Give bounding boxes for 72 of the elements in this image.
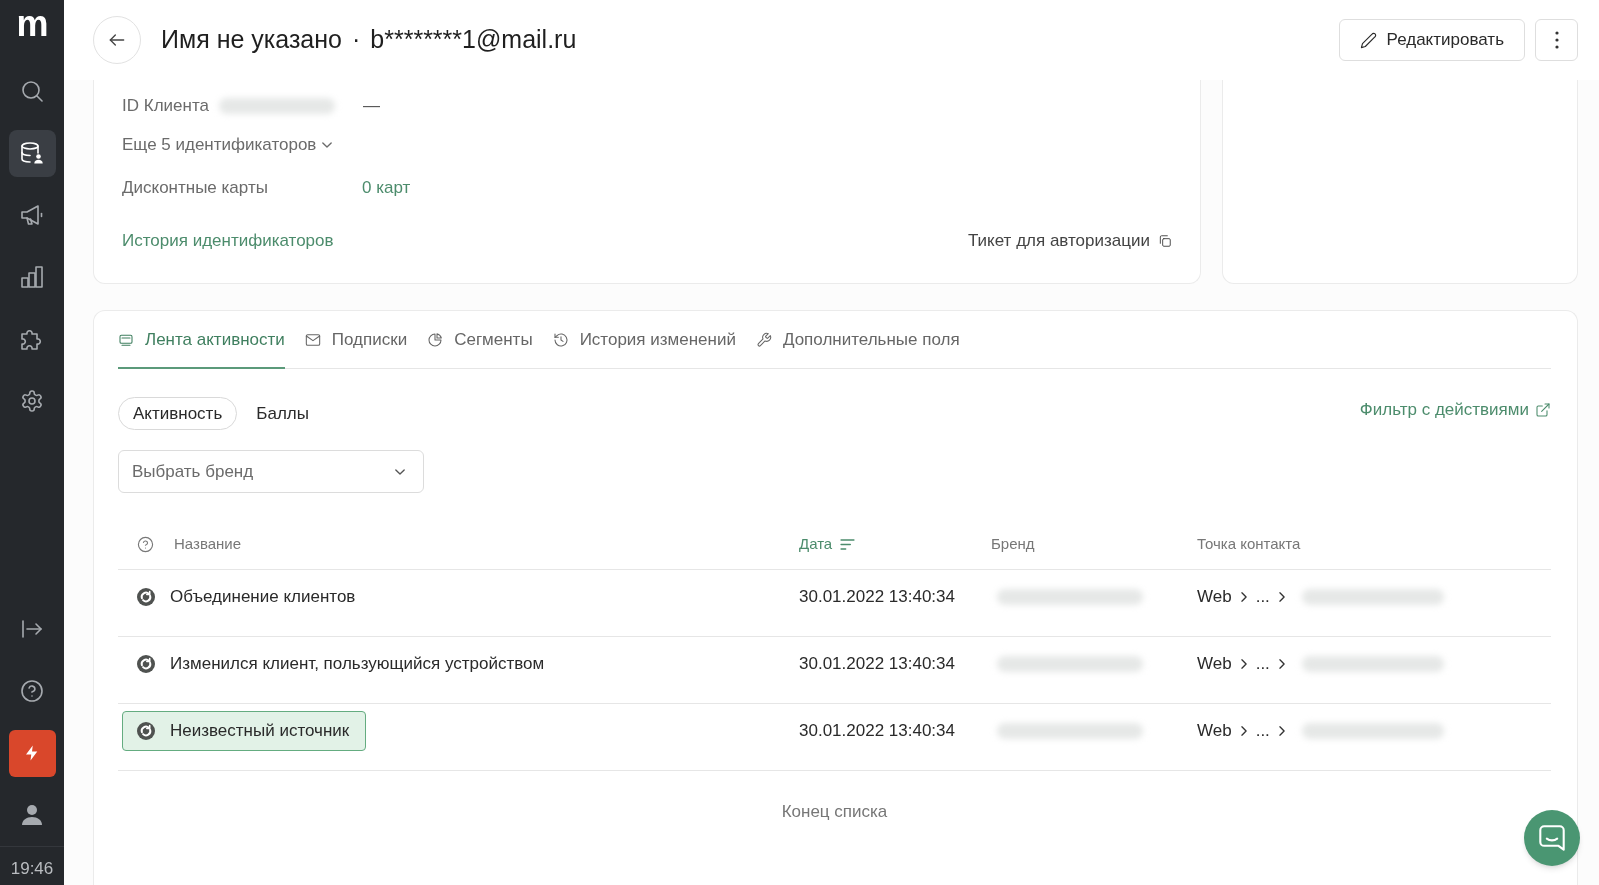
contact-path-part: Web (1197, 720, 1232, 743)
tab[interactable]: История изменений (552, 311, 736, 369)
field-value: — (362, 95, 380, 118)
field-label: Дисконтные карты (122, 177, 269, 200)
activity-date: 30.01.2022 13:40:34 (799, 586, 955, 609)
view-toggle[interactable]: Активность (118, 397, 238, 430)
clock-time: 19:46 (10, 858, 54, 881)
contact-path-part: ... (1255, 720, 1270, 743)
tab[interactable]: Лента активности (118, 311, 285, 369)
megaphone-icon (20, 203, 44, 227)
copy-icon (1158, 234, 1172, 248)
puzzle-icon (20, 327, 44, 351)
separator: · (352, 24, 361, 56)
logo[interactable]: m (16, 8, 48, 40)
column-header[interactable]: Название (174, 532, 242, 556)
chevron-right-icon (1240, 659, 1247, 669)
edit-button[interactable]: Редактировать (1338, 19, 1525, 61)
envelope-icon (304, 332, 321, 348)
bar-chart-icon (20, 265, 44, 289)
wrench-icon (755, 332, 772, 348)
user-icon (20, 803, 44, 827)
chevron-right-icon (1278, 592, 1285, 602)
chat-icon (1539, 825, 1565, 851)
filter-link[interactable]: Фильтр с действиями (1359, 396, 1551, 423)
chevron-right-icon (1240, 592, 1247, 602)
chevron-down-icon (322, 142, 333, 148)
search-icon (20, 79, 44, 103)
contact-path-part: Web (1197, 653, 1232, 676)
database-user-icon (20, 141, 44, 165)
discount-cards-link[interactable]: 0 карт (362, 175, 411, 201)
activity-date: 30.01.2022 13:40:34 (799, 720, 955, 743)
chevron-right-icon (1240, 726, 1247, 736)
column-header[interactable]: Точка контакта (1197, 532, 1301, 556)
column-header[interactable]: Бренд (991, 532, 1035, 556)
auth-ticket-button[interactable]: Тикет для авторизации (967, 228, 1172, 254)
brand-select[interactable]: Выбрать бренд (118, 450, 424, 493)
nav-item[interactable] (8, 129, 56, 177)
identifier-history-link[interactable]: История идентификаторов (122, 228, 334, 254)
pie-chart-icon (427, 332, 444, 348)
contact-path-part: ... (1255, 586, 1270, 609)
email-text: b********1@mail.ru (370, 24, 577, 56)
monitor-icon (118, 332, 134, 348)
chevron-right-icon (1278, 726, 1285, 736)
sort-icon (840, 538, 856, 550)
activity-item[interactable]: Неизвестный источник (122, 711, 367, 751)
chevron-down-icon (395, 469, 405, 475)
contact-path-part: Web (1197, 586, 1232, 609)
field-label: ID Клиента (122, 95, 209, 118)
tab[interactable]: Сегменты (427, 311, 533, 369)
tab[interactable]: Дополнительные поля (755, 311, 960, 369)
help-icon (20, 679, 44, 703)
pencil-icon (1359, 31, 1377, 49)
more-identifiers-button[interactable]: Еще 5 идентификаторов (122, 132, 333, 158)
activity-item[interactable]: Изменился клиент, пользующийся устройством (122, 644, 562, 684)
contact-path-part: ... (1255, 653, 1270, 676)
page-title: Имя не указано (161, 24, 342, 56)
help-icon (137, 535, 154, 553)
more-vertical-icon (1554, 31, 1559, 49)
end-of-list-text: Конец списка (781, 801, 888, 824)
tab[interactable]: Подписки (304, 311, 408, 369)
settings-icon (20, 389, 44, 413)
refresh-icon (137, 655, 155, 673)
lightning-button[interactable] (8, 729, 56, 777)
chevron-right-icon (1278, 659, 1285, 669)
view-toggle[interactable]: Баллы (241, 397, 324, 430)
history-icon (552, 332, 569, 348)
activity-item[interactable]: Объединение клиентов (122, 577, 373, 617)
external-link-icon (1535, 401, 1551, 418)
column-header[interactable]: Дата (799, 532, 856, 556)
activity-date: 30.01.2022 13:40:34 (799, 653, 955, 676)
refresh-icon (137, 588, 155, 606)
refresh-icon (137, 722, 155, 740)
